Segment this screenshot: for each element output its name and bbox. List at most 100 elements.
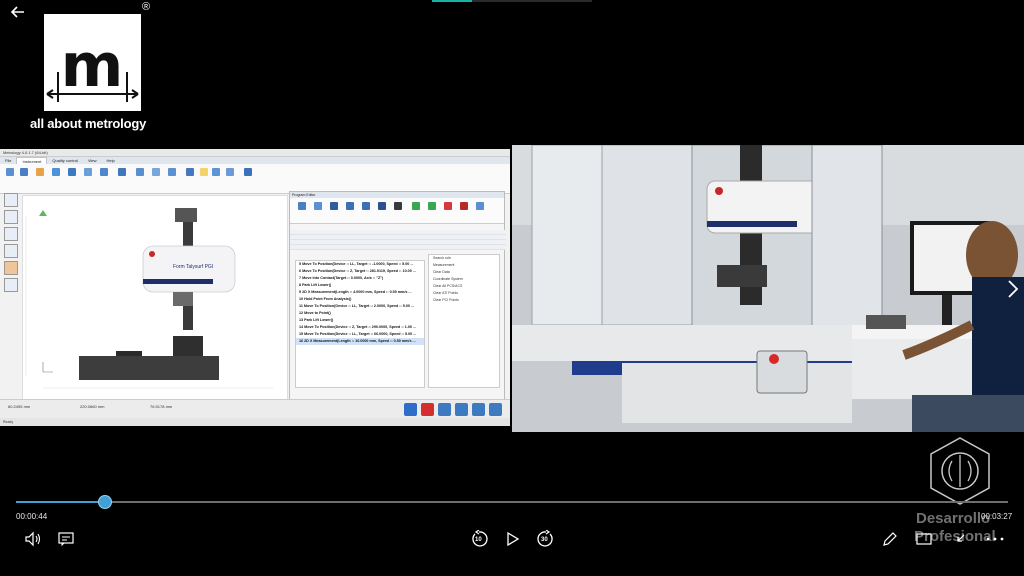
stop-icon[interactable] [444, 202, 452, 210]
play-icon[interactable] [506, 531, 520, 547]
skip-forward-label: 30 [541, 537, 548, 543]
tool-button[interactable] [489, 403, 502, 416]
code-line[interactable]: 5 Move To Position(Device :: LL, Target … [296, 261, 424, 268]
tool-button[interactable] [4, 261, 18, 275]
next-chevron-icon[interactable] [1006, 278, 1020, 300]
ribbon-icon[interactable] [152, 168, 160, 176]
tool-button[interactable] [4, 227, 18, 241]
tree-item[interactable]: Coordinate System [429, 276, 499, 283]
ribbon-icon[interactable] [36, 168, 44, 176]
software-bottom-bar: 60.2495 mm 220.0660 mm 76.5178 mm Ready [0, 399, 510, 426]
ribbon-icon[interactable] [100, 168, 108, 176]
ribbon-icon[interactable] [52, 168, 60, 176]
svg-text:m: m [61, 31, 124, 101]
loading-strip-fill [432, 0, 472, 2]
skip-forward-icon[interactable]: 30 [537, 530, 555, 548]
header-row [290, 245, 506, 250]
code-line[interactable]: 12 Move to Point() [296, 310, 424, 317]
code-line[interactable]: 6 Move To Position(Device :: Z, Target :… [296, 268, 424, 275]
seek-progress [16, 501, 105, 503]
readout-y: 220.0660 mm [80, 404, 105, 409]
ribbon-icon[interactable] [168, 168, 176, 176]
3d-viewport[interactable]: Form Talysurf PGI [22, 195, 288, 402]
program-tool[interactable] [394, 202, 402, 210]
code-line[interactable]: 10 Hold Point From Analysis() [296, 296, 424, 303]
toolbox-tree: Search rule Measurement Clear Data Coord… [428, 254, 500, 388]
program-tool[interactable] [314, 202, 322, 210]
step-icon[interactable] [428, 202, 436, 210]
tool-button[interactable] [455, 403, 468, 416]
program-tool[interactable] [298, 202, 306, 210]
ribbon-tabs: File Instrument Quality control View Hel… [0, 157, 510, 164]
record-icon[interactable] [460, 202, 468, 210]
ribbon-icon[interactable] [226, 168, 234, 176]
ribbon-icon[interactable] [212, 168, 220, 176]
collapse-icon[interactable] [954, 533, 968, 545]
tool-button[interactable] [472, 403, 485, 416]
captions-icon[interactable] [58, 532, 74, 546]
tree-item[interactable]: Measurement [429, 262, 499, 269]
park-icon[interactable] [404, 403, 417, 416]
tree-item[interactable]: Search rule [429, 255, 499, 262]
left-toolbar [4, 193, 20, 295]
ribbon-icon[interactable] [84, 168, 92, 176]
code-line[interactable]: 15 Move To Position(Device :: LL, Target… [296, 331, 424, 338]
software-title: Metrology 4.0.1.7 (64-bit) [0, 149, 510, 157]
tool-button[interactable] [4, 193, 18, 207]
program-tool[interactable] [476, 202, 484, 210]
pen-icon[interactable] [882, 531, 898, 547]
tab-quality[interactable]: Quality control [47, 157, 83, 164]
logo-caption: all about metrology [30, 116, 147, 131]
tree-item[interactable]: Clear All PCS/ACS [429, 283, 499, 290]
ribbon-icon[interactable] [200, 168, 208, 176]
code-line[interactable]: 7 Move Into Contact(Target :: 0.0000, Ax… [296, 275, 424, 282]
lab-camera-view [512, 145, 1024, 432]
seek-bar[interactable] [16, 501, 1008, 503]
code-line[interactable]: 11 Move To Position(Device :: LL, Target… [296, 303, 424, 310]
volume-icon[interactable] [24, 531, 42, 547]
seek-thumb[interactable] [98, 495, 112, 509]
svg-text:Form Talysurf PGI: Form Talysurf PGI [173, 264, 213, 270]
back-arrow-icon[interactable] [8, 4, 28, 20]
tree-item[interactable]: Clear ATI Points [429, 290, 499, 297]
readout-x: 60.2495 mm [8, 404, 31, 409]
tree-item[interactable]: Clear PCI Points [429, 297, 499, 304]
tab-instrument[interactable]: Instrument [16, 157, 48, 164]
ribbon-icon[interactable] [68, 168, 76, 176]
tab-help[interactable]: Help [102, 157, 120, 164]
code-line[interactable]: 13 Park Lift Lower() [296, 317, 424, 324]
tool-button[interactable] [4, 244, 18, 258]
code-line[interactable]: 14 Move To Position(Device :: Z, Target … [296, 324, 424, 331]
ribbon-icon[interactable] [6, 168, 14, 176]
run-icon[interactable] [412, 202, 420, 210]
tree-item[interactable]: Clear Data [429, 269, 499, 276]
program-header-rows [290, 230, 506, 250]
program-tool[interactable] [346, 202, 354, 210]
stop-button[interactable] [421, 403, 434, 416]
more-options-icon[interactable] [986, 537, 1004, 541]
ribbon-icon[interactable] [20, 168, 28, 176]
skip-back-icon[interactable]: 10 [470, 530, 488, 548]
program-ribbon [290, 198, 504, 224]
code-line[interactable]: 9 2D X Measurement(Length :: 4.0000 mm, … [296, 289, 424, 296]
program-tool[interactable] [378, 202, 386, 210]
brand-emblem-icon [928, 436, 992, 506]
tab-file[interactable]: File [0, 157, 16, 164]
program-tool[interactable] [362, 202, 370, 210]
program-code-list[interactable]: 5 Move To Position(Device :: LL, Target … [295, 260, 425, 388]
current-time: 00:00:44 [16, 512, 48, 521]
tool-button[interactable] [4, 278, 18, 292]
code-line[interactable]: 8 Park Lift Lower() [296, 282, 424, 289]
tool-button[interactable] [4, 210, 18, 224]
status-bar: Ready [0, 418, 510, 426]
registered-mark: ® [142, 1, 151, 13]
tool-button[interactable] [438, 403, 451, 416]
ribbon-icon[interactable] [118, 168, 126, 176]
ribbon-icon[interactable] [244, 168, 252, 176]
ribbon-icon[interactable] [186, 168, 194, 176]
screen-icon[interactable] [916, 533, 932, 545]
program-tool[interactable] [330, 202, 338, 210]
ribbon-icon[interactable] [136, 168, 144, 176]
code-line-selected[interactable]: 16 2D X Measurement(Length :: 10.0000 mm… [296, 338, 424, 345]
tab-view[interactable]: View [83, 157, 102, 164]
